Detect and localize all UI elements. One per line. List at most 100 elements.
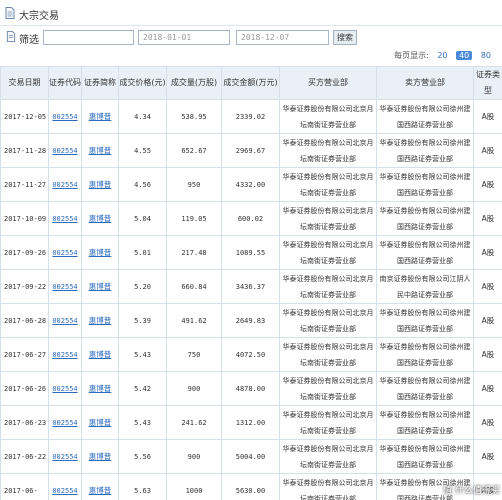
stock-code-link[interactable]: 002554: [52, 317, 77, 325]
table-row: 2017-11-28 002554 惠博普 4.55 652.67 2969.67 华泰证券…: [0, 133, 502, 168]
cell-date: 2017-09-22: [0, 269, 49, 304]
cell-amount: 600.02: [221, 201, 280, 236]
stock-name-cell: 惠博普: [81, 473, 119, 500]
cell-date: 2017-06-26: [0, 371, 49, 406]
cell-seller: 华泰证券股份有限公司徐州建国西路证券营业部: [376, 303, 474, 338]
stock-code-link[interactable]: 002554: [52, 385, 77, 393]
col-header-code[interactable]: 证券代码: [48, 66, 82, 100]
stock-name-cell: 惠博普: [81, 371, 119, 406]
stock-code-link[interactable]: 002554: [52, 351, 77, 359]
cell-buyer: 华泰证券股份有限公司北京月坛南街证券营业部: [279, 337, 377, 372]
stock-name-link[interactable]: 惠博普: [89, 350, 112, 359]
stock-name-link[interactable]: 惠博普: [89, 384, 112, 393]
stock-code-link[interactable]: 002554: [52, 147, 77, 155]
stock-code-link[interactable]: 002554: [52, 419, 77, 427]
stock-name-cell: 惠博普: [81, 405, 119, 440]
col-header-type[interactable]: 证券类型: [473, 66, 502, 100]
page-size-80[interactable]: 80: [478, 51, 494, 60]
stock-name-link[interactable]: 惠博普: [89, 452, 112, 461]
cell-amount: 3436.37: [221, 269, 280, 304]
cell-type: A股: [473, 235, 502, 270]
cell-volume: 1000: [166, 473, 222, 500]
stock-name-link[interactable]: 惠博普: [89, 282, 112, 291]
stock-name-link[interactable]: 惠博普: [89, 180, 112, 189]
cell-date: 2017-11-27: [0, 167, 49, 202]
stock-name-link[interactable]: 惠博普: [89, 248, 112, 257]
cell-volume: 217.48: [166, 235, 222, 270]
stock-name-link[interactable]: 惠博普: [89, 146, 112, 155]
cell-volume: 491.62: [166, 303, 222, 338]
col-header-name[interactable]: 证券简称: [81, 66, 119, 100]
cell-volume: 652.67: [166, 133, 222, 168]
start-date-input[interactable]: 2018-01-01: [138, 30, 230, 45]
table-row: 2017-06-23 002554 惠博普 5.43 241.62 1312.00 华泰证券…: [0, 405, 502, 440]
stock-code-link[interactable]: 002554: [52, 283, 77, 291]
cell-seller: 华泰证券股份有限公司徐州建国西路证券营业部: [376, 201, 474, 236]
cell-date: 2017-11-28: [0, 133, 49, 168]
cell-seller: 南京证券股份有限公司江阴人民中路证券营业部: [376, 269, 474, 304]
stock-code-cell: 002554: [48, 167, 82, 202]
stock-name-cell: 惠博普: [81, 235, 119, 270]
stock-name-link[interactable]: 惠博普: [89, 418, 112, 427]
cell-volume: 241.62: [166, 405, 222, 440]
stock-code-link[interactable]: 002554: [52, 487, 77, 495]
stock-code-cell: 002554: [48, 371, 82, 406]
stock-name-link[interactable]: 惠博普: [89, 486, 112, 495]
cell-volume: 660.84: [166, 269, 222, 304]
cell-volume: 950: [166, 167, 222, 202]
table-row: 2017-09-22 002554 惠博普 5.20 660.84 3436.37 华泰证券…: [0, 269, 502, 304]
cell-buyer: 华泰证券股份有限公司北京月坛南街证券营业部: [279, 473, 377, 500]
cell-volume: 119.05: [166, 201, 222, 236]
table-row: 2017-09-26 002554 惠博普 5.01 217.48 1089.55 华泰证券…: [0, 235, 502, 270]
col-header-buyer[interactable]: 买方营业部: [279, 66, 377, 100]
col-header-volume[interactable]: 成交量(万股): [166, 66, 222, 100]
end-date-input[interactable]: 2018-12-07: [236, 30, 329, 45]
cell-volume: 900: [166, 371, 222, 406]
cell-date: 2017-06-28: [0, 303, 49, 338]
search-button[interactable]: 搜索: [333, 30, 357, 45]
stock-query-input[interactable]: [43, 30, 134, 45]
stock-name-link[interactable]: 惠博普: [89, 316, 112, 325]
col-header-date[interactable]: 交易日期: [0, 66, 49, 100]
cell-type: A股: [473, 201, 502, 236]
cell-amount: 2969.67: [221, 133, 280, 168]
stock-name-cell: 惠博普: [81, 269, 119, 304]
col-header-amount[interactable]: 成交金额(万元): [221, 66, 280, 100]
stock-name-link[interactable]: 惠博普: [89, 214, 112, 223]
cell-price: 4.34: [118, 99, 167, 134]
stock-name-cell: 惠博普: [81, 201, 119, 236]
stock-code-cell: 002554: [48, 99, 82, 134]
cell-volume: 750: [166, 337, 222, 372]
page-size-20[interactable]: 20: [434, 51, 450, 60]
stock-code-link[interactable]: 002554: [52, 215, 77, 223]
cell-volume: 538.95: [166, 99, 222, 134]
filter-bar: 筛选 2018-01-01 2018-12-07 搜索: [0, 29, 502, 47]
cell-amount: 1312.00: [221, 405, 280, 440]
stock-code-cell: 002554: [48, 201, 82, 236]
table-row: 2017-06-27 002554 惠博普 5.43 750 4072.50 华泰证券股份有…: [0, 337, 502, 372]
stock-name-link[interactable]: 惠博普: [89, 112, 112, 121]
cell-date: 2017-10-09: [0, 201, 49, 236]
cell-seller: 华泰证券股份有限公司徐州建国西路证券营业部: [376, 439, 474, 474]
cell-seller: 华泰证券股份有限公司徐州建国西路证券营业部: [376, 405, 474, 440]
page-title: 大宗交易: [19, 11, 59, 22]
stock-name-cell: 惠博普: [81, 337, 119, 372]
cell-price: 5.01: [118, 235, 167, 270]
cell-buyer: 华泰证券股份有限公司北京月坛南街证券营业部: [279, 269, 377, 304]
cell-buyer: 华泰证券股份有限公司北京月坛南街证券营业部: [279, 405, 377, 440]
stock-code-link[interactable]: 002554: [52, 113, 77, 121]
stock-name-cell: 惠博普: [81, 303, 119, 338]
cell-date: 2017-06-27: [0, 337, 49, 372]
stock-code-link[interactable]: 002554: [52, 249, 77, 257]
cell-volume: 900: [166, 439, 222, 474]
page-size-label: 每页显示:: [394, 51, 429, 60]
stock-code-link[interactable]: 002554: [52, 181, 77, 189]
cell-date: 2017-12-05: [0, 99, 49, 134]
page-size-40[interactable]: 40: [456, 51, 473, 60]
col-header-price[interactable]: 成交价格(元): [118, 66, 167, 100]
stock-code-link[interactable]: 002554: [52, 453, 77, 461]
stock-code-cell: 002554: [48, 439, 82, 474]
col-header-seller[interactable]: 卖方营业部: [376, 66, 474, 100]
filter-label: 筛选: [19, 35, 39, 46]
page-size-selector: 每页显示: 20 40 80: [391, 50, 494, 62]
